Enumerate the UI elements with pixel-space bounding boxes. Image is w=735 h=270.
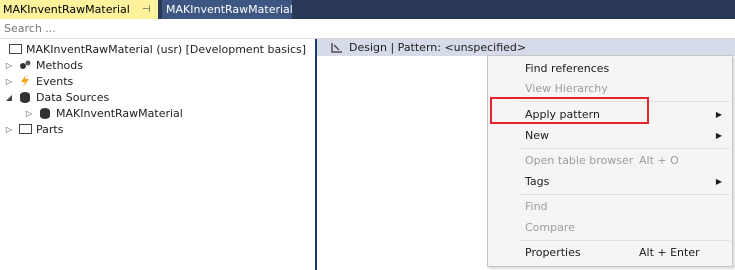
menu-item-open-table-browser[interactable]: Open table browser Alt + O	[488, 150, 732, 171]
menu-separator	[519, 240, 730, 241]
menu-item-label: Apply pattern	[525, 108, 600, 121]
menu-item-label: Tags	[525, 175, 550, 188]
tree-item-methods[interactable]: ▷ Methods	[4, 57, 83, 73]
menu-item-label: Find	[525, 200, 548, 213]
menu-item-label: Properties	[525, 246, 581, 259]
menu-item-view-hierarchy[interactable]: View Hierarchy	[488, 78, 732, 99]
tree-item-events[interactable]: ▷ Events	[4, 73, 73, 89]
design-label: Design | Pattern: <unspecified>	[349, 41, 527, 54]
menu-item-shortcut: Alt + Enter	[639, 246, 700, 259]
menu-item-label: Find references	[525, 62, 610, 75]
tree-item-label: Data Sources	[36, 90, 110, 104]
parts-icon	[18, 123, 32, 135]
menu-separator	[519, 148, 730, 149]
tab-title: MAKInventRawMaterial	[166, 3, 293, 16]
tab-title: MAKInventRawMaterial	[3, 3, 130, 16]
expand-icon[interactable]: ▷	[24, 109, 34, 118]
menu-item-label: New	[525, 129, 549, 142]
datasource-icon	[38, 107, 52, 119]
tree-item-label: MAKInventRawMaterial	[56, 106, 183, 120]
menu-item-compare[interactable]: Compare	[488, 217, 732, 238]
expand-icon[interactable]: ▷	[4, 125, 14, 134]
submenu-arrow-icon: ▶	[715, 177, 722, 186]
tree-item-label: Events	[36, 74, 74, 88]
tree-root-label: MAKInventRawMaterial (usr) [Development …	[26, 42, 307, 56]
design-node[interactable]: Design | Pattern: <unspecified>	[317, 39, 735, 56]
pin-icon[interactable]: ⊣	[142, 4, 151, 15]
menu-item-apply-pattern[interactable]: Apply pattern ▶	[488, 104, 732, 125]
datasource-icon	[18, 91, 32, 103]
tab-active-document[interactable]: MAKInventRawMaterial ⊣ ✕	[0, 0, 169, 19]
submenu-arrow-icon: ▶	[715, 131, 722, 140]
tree-item-parts[interactable]: ▷ Parts	[4, 121, 64, 137]
document-tab-bar: MAKInventRawMaterial ⊣ ✕ MAKInventRawMat…	[0, 0, 735, 19]
tree-item-datasource-child[interactable]: ▷ MAKInventRawMaterial	[24, 105, 183, 121]
menu-item-label: View Hierarchy	[525, 82, 608, 95]
menu-item-new[interactable]: New ▶	[488, 125, 732, 146]
menu-item-find-references[interactable]: Find references	[488, 58, 732, 79]
tree-item-label: Parts	[36, 122, 64, 136]
search-bar	[0, 20, 735, 39]
methods-icon	[18, 59, 32, 71]
form-tree-pane: MAKInventRawMaterial (usr) [Development …	[0, 39, 315, 270]
search-input[interactable]	[0, 20, 308, 36]
menu-separator	[519, 101, 730, 102]
tab-inactive-document[interactable]: MAKInventRawMaterial	[162, 0, 293, 19]
expand-icon[interactable]: ▷	[4, 77, 14, 86]
tree-item-data-sources[interactable]: ◢ Data Sources	[4, 89, 109, 105]
form-icon	[8, 43, 22, 55]
menu-item-tags[interactable]: Tags ▶	[488, 171, 732, 192]
submenu-arrow-icon: ▶	[715, 110, 722, 119]
expand-icon[interactable]: ▷	[4, 61, 14, 70]
events-icon	[18, 75, 32, 87]
menu-separator	[519, 194, 730, 195]
tree-root[interactable]: MAKInventRawMaterial (usr) [Development …	[8, 41, 306, 57]
menu-item-shortcut: Alt + O	[639, 154, 679, 167]
menu-item-properties[interactable]: Properties Alt + Enter	[488, 242, 732, 263]
menu-item-label: Compare	[525, 221, 575, 234]
context-menu: Find references View Hierarchy Apply pat…	[487, 55, 733, 267]
menu-item-label: Open table browser	[525, 154, 634, 167]
design-icon	[331, 42, 343, 53]
collapse-icon[interactable]: ◢	[4, 93, 14, 102]
menu-item-find[interactable]: Find	[488, 196, 732, 217]
tree-item-label: Methods	[36, 58, 83, 72]
